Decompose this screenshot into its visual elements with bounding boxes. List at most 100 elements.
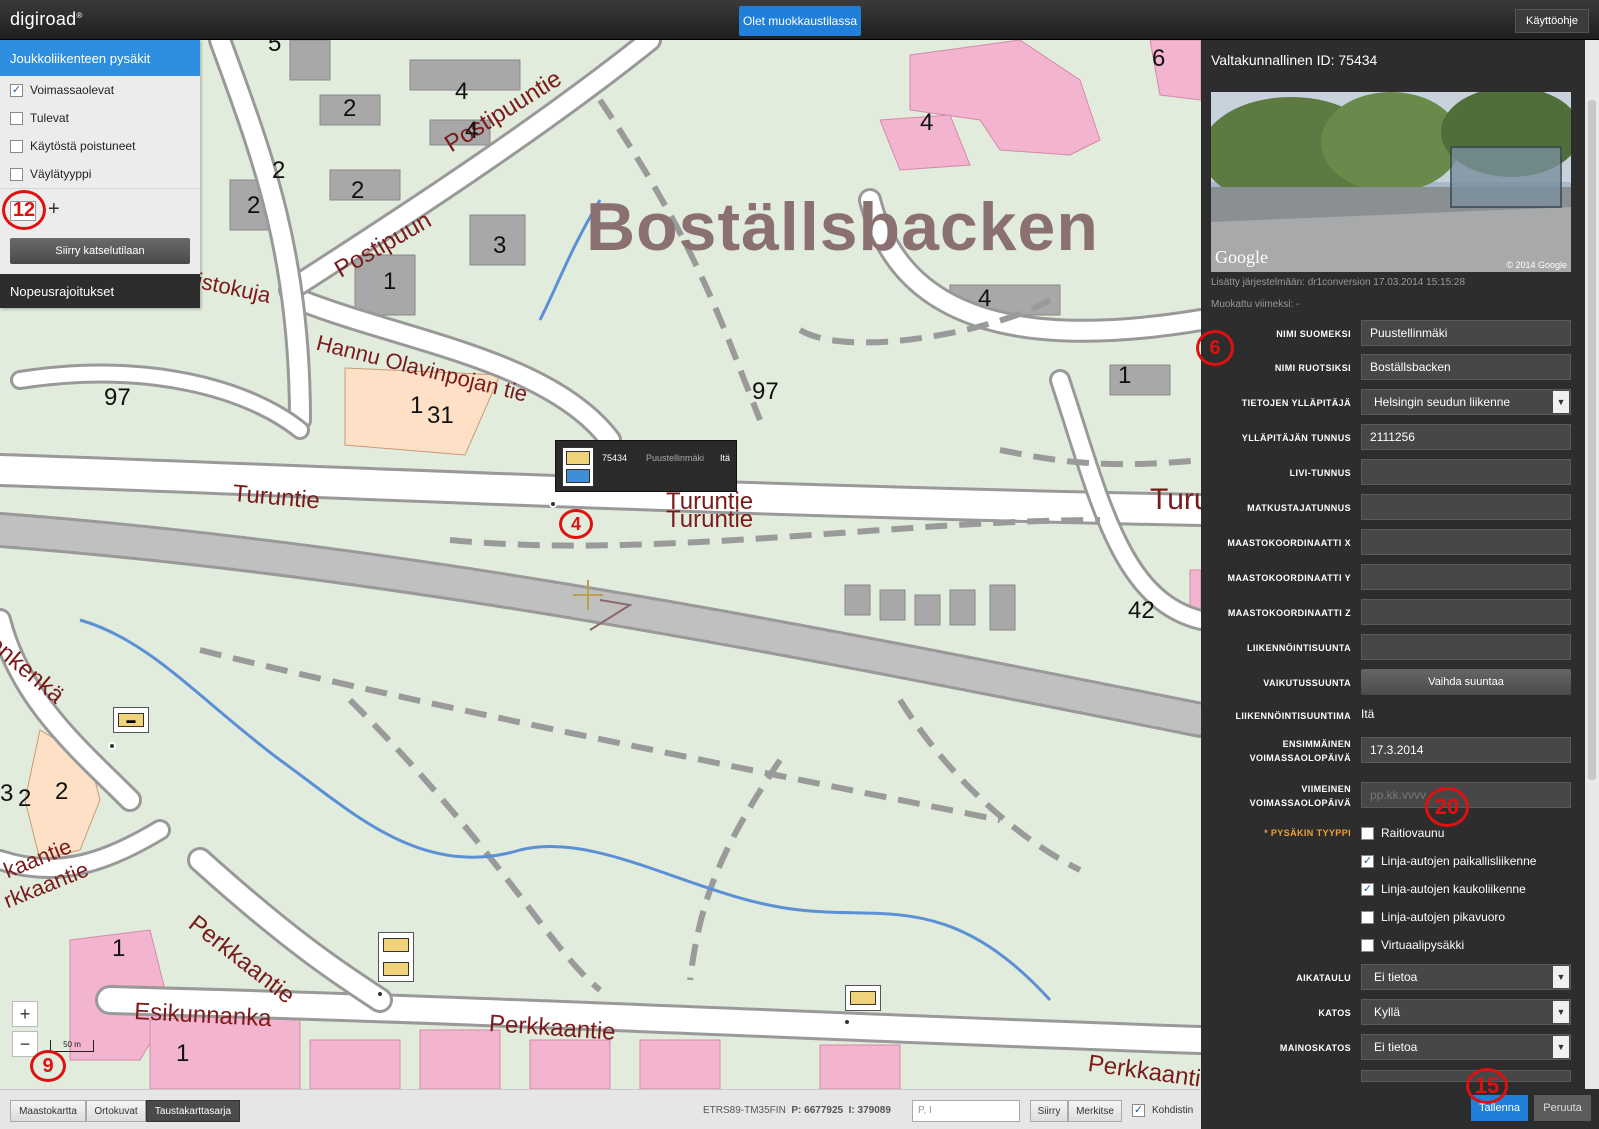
bottom-bar: Maastokartta Ortokuvat Taustakarttasarja… — [0, 1089, 1201, 1129]
annotation-marker: 4 — [559, 509, 593, 539]
annotation-marker: 15 — [1466, 1068, 1508, 1104]
change-direction-button[interactable]: Vaihda suuntaa — [1361, 669, 1571, 695]
coord-z-input[interactable] — [1361, 599, 1571, 625]
direction-input[interactable] — [1361, 634, 1571, 660]
layer-button-background[interactable]: Taustakarttasarja — [146, 1100, 240, 1122]
zoom-out-button[interactable]: − — [12, 1031, 38, 1057]
checkbox[interactable] — [1361, 826, 1374, 840]
stop-popup[interactable]: 75434 Puustellinmäki Itä — [555, 440, 737, 492]
legend-item[interactable]: ✓ Voimassaolevat — [0, 76, 200, 104]
stop-type-option[interactable]: Virtuaalipysäkki — [1361, 938, 1464, 952]
add-stop-button[interactable]: + — [48, 198, 60, 221]
digiroad-logo: digiroad® — [10, 9, 83, 29]
map-number-label: 6 — [1152, 45, 1166, 72]
maintainer-id-input[interactable]: 2111256 — [1361, 424, 1571, 450]
scrollbar-thumb[interactable] — [1588, 100, 1596, 780]
map-number-label: 2 — [55, 778, 69, 805]
livi-id-input[interactable] — [1361, 459, 1571, 485]
map-place-label: Boställsbacken — [586, 189, 1099, 265]
map-number-label: 1 — [176, 1040, 190, 1067]
checkbox-checked[interactable]: ✓ — [1361, 882, 1374, 896]
checkbox-checked[interactable]: ✓ — [1361, 854, 1374, 868]
coordinate-input[interactable]: P, I — [912, 1100, 1020, 1122]
field-label: LIIKENNÖINTISUUNTA — [1246, 643, 1351, 653]
move-to-button[interactable]: Siirry — [1030, 1100, 1068, 1122]
checkbox[interactable] — [10, 167, 23, 181]
coord-y-input[interactable] — [1361, 564, 1571, 590]
panel-scrollbar[interactable] — [1585, 40, 1599, 1089]
bus-stop-marker[interactable]: ▬ — [113, 707, 149, 733]
streetview-image[interactable]: Google © 2014 Google — [1211, 92, 1571, 272]
legend-item[interactable]: Tulevat — [0, 104, 200, 132]
checkbox[interactable] — [1361, 910, 1374, 924]
view-mode-button[interactable]: Siirry katselutilaan — [10, 238, 190, 264]
annotation-marker: 20 — [1425, 787, 1469, 827]
stop-type-option[interactable]: ✓ Linja-autojen paikallisliikenne — [1361, 854, 1536, 868]
map-building — [844, 584, 871, 616]
ad-shelter-select[interactable]: Ei tietoa ▼ — [1361, 1034, 1571, 1060]
checkbox[interactable] — [1361, 938, 1374, 952]
stop-pin[interactable] — [843, 1018, 851, 1026]
stop-pin[interactable] — [376, 990, 384, 998]
field-label: MAASTOKOORDINAATTI Y — [1227, 573, 1351, 583]
name-sv-input[interactable]: Boställsbacken — [1361, 354, 1571, 380]
legend-item[interactable]: Väylätyyppi — [0, 160, 200, 188]
stop-type-option[interactable]: Linja-autojen pikavuoro — [1361, 910, 1505, 924]
checkbox[interactable] — [10, 139, 23, 153]
edit-mode-indicator[interactable]: Olet muokkaustilassa — [739, 6, 861, 36]
passenger-id-input[interactable] — [1361, 494, 1571, 520]
coord-x-input[interactable] — [1361, 529, 1571, 555]
field-label: MAASTOKOORDINAATTI X — [1227, 538, 1351, 548]
cancel-button[interactable]: Peruuta — [1534, 1095, 1591, 1121]
field-label: VIIMEINEN VOIMASSAOLOPÄIVÄ — [1249, 784, 1351, 808]
bus-stop-marker[interactable] — [845, 985, 881, 1011]
stop-popup-name: Puustellinmäki — [646, 453, 705, 463]
checkbox-checked[interactable]: ✓ — [1132, 1104, 1145, 1117]
map-path — [199, 647, 1001, 823]
map-road-label: Turu — [1150, 483, 1201, 516]
stop-type-option[interactable]: ✓ Linja-autojen kaukoliikenne — [1361, 882, 1526, 896]
checkbox-checked[interactable]: ✓ — [10, 83, 23, 97]
scale-bar: 50 m — [50, 1040, 94, 1052]
legend-title[interactable]: Joukkoliikenteen pysäkit — [0, 40, 200, 76]
start-date-input[interactable]: 17.3.2014 — [1361, 737, 1571, 763]
map-number-label: 2 — [247, 192, 261, 219]
stop-popup-id: 75434 — [602, 453, 628, 463]
speed-limits-header[interactable]: Nopeusrajoitukset — [0, 274, 200, 308]
map-building — [989, 584, 1016, 631]
bearing-value: Itä — [1361, 707, 1375, 721]
timetable-select[interactable]: Ei tietoa ▼ — [1361, 964, 1571, 990]
zoom-in-button[interactable]: + — [12, 1001, 38, 1027]
help-button[interactable]: Käyttöohje — [1515, 9, 1589, 33]
shelter-select[interactable]: Kyllä ▼ — [1361, 999, 1571, 1025]
maintainer-select[interactable]: Helsingin seudun liikenne ▼ — [1361, 389, 1571, 415]
bus-stop-marker[interactable] — [378, 932, 414, 982]
streetview-graphic — [1211, 92, 1571, 272]
field-label: TIETOJEN YLLÄPITÄJÄ — [1241, 398, 1351, 408]
name-fi-input[interactable]: Puustellinmäki — [1361, 320, 1571, 346]
legend-item[interactable]: Käytöstä poistuneet — [0, 132, 200, 160]
top-bar: digiroad® Olet muokkaustilassa Käyttöohj… — [0, 0, 1599, 40]
checkbox[interactable] — [10, 111, 23, 125]
chevron-down-icon: ▼ — [1553, 391, 1569, 413]
field-label: LIIKENNÖINTISUUNTIMA — [1235, 711, 1351, 721]
coordinate-readout: ETRS89-TM35FIN P: 6677925 I: 379089 — [703, 1105, 891, 1116]
stop-pin[interactable] — [549, 500, 557, 508]
map-number-label: 1 — [1118, 362, 1132, 389]
map-building — [639, 1039, 721, 1089]
streetview-brand: Google — [1215, 247, 1268, 267]
bus-icon — [383, 938, 409, 952]
layer-button-ortho[interactable]: Ortokuvat — [86, 1100, 146, 1122]
map-number-label: 4 — [465, 117, 479, 144]
bus-icon: ▬ — [118, 713, 144, 727]
stop-type-option[interactable]: Raitiovaunu — [1361, 826, 1444, 840]
map-number-label: 2 — [272, 157, 286, 184]
stop-pin[interactable] — [108, 742, 116, 750]
added-info: Lisätty järjestelmään: dr1conversion 17.… — [1211, 277, 1466, 288]
map-number-label: 4 — [978, 285, 992, 312]
map-number-label: 31 — [427, 402, 454, 429]
mark-button[interactable]: Merkitse — [1068, 1100, 1122, 1122]
map-road — [13, 366, 307, 437]
crosshair-toggle[interactable]: ✓ Kohdistin — [1132, 1104, 1193, 1117]
layer-button-terrain[interactable]: Maastokartta — [10, 1100, 86, 1122]
